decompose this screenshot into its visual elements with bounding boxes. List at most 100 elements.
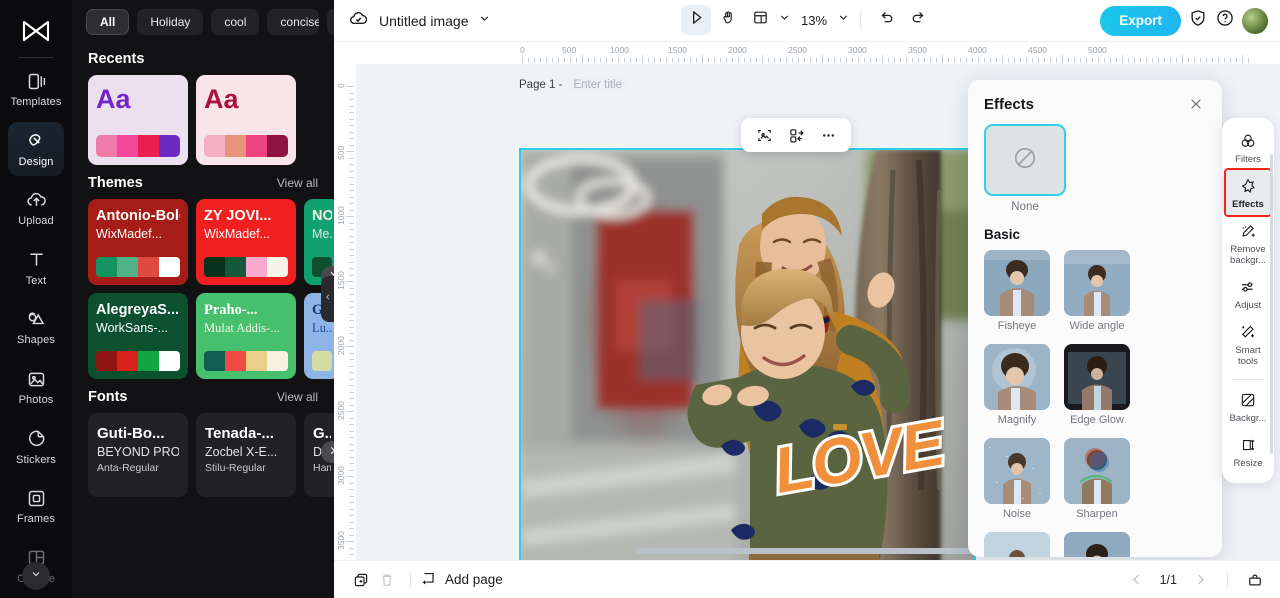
tool-background[interactable]: Backgr... <box>1222 384 1274 429</box>
zoom-dropdown-caret[interactable] <box>837 11 850 29</box>
app-root: Templates Design Upload Text Shapes Phot… <box>0 0 1280 598</box>
chips-expand-button[interactable] <box>327 9 334 35</box>
ruler-tick-label: 1500 <box>668 45 687 55</box>
sidebar-item-shapes[interactable]: Shapes <box>8 300 64 355</box>
chip-all[interactable]: All <box>86 9 130 35</box>
swatch-strip <box>96 135 180 157</box>
help-circle-icon[interactable] <box>1215 8 1235 33</box>
effect-item[interactable]: Sharpen <box>1064 438 1130 520</box>
sidebar-label: Stickers <box>16 453 56 466</box>
sidebar-item-frames[interactable]: Frames <box>8 479 64 534</box>
theme-card[interactable]: AlegreyaS... WorkSans-... <box>88 293 188 379</box>
sidebar-item-stickers[interactable]: Stickers <box>8 419 64 474</box>
effect-label: Magnify <box>997 414 1037 426</box>
themes-view-all-link[interactable]: View all <box>277 176 318 190</box>
tool-remove-background[interactable]: Remove backgr... <box>1222 215 1274 271</box>
recent-card[interactable]: Aa <box>88 75 188 165</box>
capcut-logo[interactable] <box>16 12 56 51</box>
panel-collapse-handle[interactable] <box>321 276 334 322</box>
undo-button[interactable] <box>871 5 901 35</box>
page-navigation: 1/1 <box>1124 567 1268 593</box>
effect-label: Fisheye <box>997 320 1037 332</box>
duplicate-page-icon[interactable] <box>348 567 374 593</box>
font-name-primary: Guti-Bo... <box>97 425 165 442</box>
theme-card[interactable]: Antonio-Bold WixMadef... <box>88 199 188 285</box>
hand-tool-button[interactable] <box>713 5 743 35</box>
editor: Untitled image 13% Export 0 500 1000 150… <box>334 0 1280 598</box>
sidebar-item-photos[interactable]: Photos <box>8 360 64 415</box>
crop-image-icon[interactable] <box>751 122 777 148</box>
avatar[interactable] <box>1242 7 1268 34</box>
font-name-tertiary: Ham... <box>313 462 331 474</box>
sidebar-item-templates[interactable]: Templates <box>8 62 64 117</box>
theme-font-secondary: WorkSans-... <box>96 321 169 335</box>
chip-concise[interactable]: concise <box>267 9 320 35</box>
select-tool-button[interactable] <box>680 5 711 35</box>
effect-item[interactable]: Wide angle <box>1064 250 1130 332</box>
tool-filters[interactable]: Filters <box>1222 125 1274 170</box>
sidebar-item-design[interactable]: Design <box>8 121 64 177</box>
add-page-button[interactable]: Add page <box>421 570 503 590</box>
tool-rail-scrollbar[interactable] <box>1270 154 1273 454</box>
effect-none-tile[interactable] <box>984 124 1066 196</box>
tool-smart-tools[interactable]: Smart tools <box>1222 316 1274 372</box>
sidebar-expand-button[interactable] <box>22 562 50 590</box>
chip-holiday[interactable]: Holiday <box>137 9 204 35</box>
redo-button[interactable] <box>903 5 933 35</box>
themes-grid: Antonio-Bold WixMadef... ZY JOVI... WixM… <box>72 199 334 379</box>
font-card[interactable]: Tenada-... Zocbel X-E... Stilu-Regular <box>196 413 296 497</box>
effect-item[interactable]: Edge Glow <box>1064 344 1130 426</box>
effect-item[interactable]: Magnify <box>984 344 1050 426</box>
theme-font-secondary: Mulat Addis-... <box>204 321 280 335</box>
tool-label: Remove backgr... <box>1230 244 1266 266</box>
design-icon <box>25 130 47 152</box>
ruler-tick-label: 3500 <box>908 45 927 55</box>
shield-check-icon[interactable] <box>1188 8 1208 33</box>
page-title-input[interactable]: Enter title <box>567 78 629 92</box>
themes-header: Themes View all <box>72 165 334 199</box>
tool-adjust[interactable]: Adjust <box>1222 271 1274 316</box>
effect-item[interactable]: Noise <box>984 438 1050 520</box>
ruler-corner <box>334 42 356 64</box>
effect-item[interactable]: Tender <box>984 532 1050 557</box>
add-page-label: Add page <box>445 572 503 587</box>
page-canvas[interactable]: LOVE <box>519 148 976 560</box>
sidebar-item-text[interactable]: Text <box>8 241 64 296</box>
fonts-view-all-link[interactable]: View all <box>277 390 318 404</box>
page-grid-icon[interactable] <box>1242 567 1268 593</box>
canvas-photo[interactable]: LOVE <box>521 150 974 560</box>
horizontal-ruler[interactable]: 0 500 1000 1500 2000 2500 3000 3500 4000… <box>334 42 1280 64</box>
theme-font-secondary: Lu... <box>312 321 332 335</box>
shapes-icon <box>25 308 47 330</box>
theme-card[interactable]: Praho-... Mulat Addis-... <box>196 293 296 379</box>
close-icon[interactable] <box>1186 94 1206 114</box>
effect-thumbnail <box>1064 250 1130 316</box>
tool-resize[interactable]: Resize <box>1222 429 1274 474</box>
layout-dropdown-caret[interactable] <box>778 11 791 29</box>
theme-card[interactable]: ZY JOVI... WixMadef... <box>196 199 296 285</box>
cloud-check-icon[interactable] <box>348 8 369 34</box>
next-page-button[interactable] <box>1187 567 1213 593</box>
ruler-tick-label: 500 <box>336 145 346 160</box>
tool-effects[interactable]: Effects <box>1222 168 1274 217</box>
export-button[interactable]: Export <box>1100 5 1181 36</box>
document-title[interactable]: Untitled image <box>379 13 469 29</box>
theme-font-secondary: WixMadef... <box>204 227 270 241</box>
prev-page-button[interactable] <box>1124 567 1150 593</box>
effect-thumbnail <box>984 344 1050 410</box>
vertical-ruler[interactable]: 0 500 1000 1500 2000 2500 3000 3500 <box>334 42 356 560</box>
layout-tool-button[interactable] <box>745 5 775 35</box>
chip-cool[interactable]: cool <box>211 9 260 35</box>
section-title: Themes <box>88 175 143 191</box>
delete-page-icon[interactable] <box>374 567 400 593</box>
effect-item[interactable]: Sharpen <box>1064 532 1130 557</box>
title-dropdown-caret[interactable] <box>478 12 491 30</box>
font-card[interactable]: Guti-Bo... BEYOND PRO... Anta-Regular <box>88 413 188 497</box>
sidebar-label: Shapes <box>17 334 55 347</box>
sidebar-item-upload[interactable]: Upload <box>8 181 64 236</box>
effect-item[interactable]: Fisheye <box>984 250 1050 332</box>
recent-card[interactable]: Aa <box>196 75 296 165</box>
text-icon <box>25 249 47 271</box>
replace-image-icon[interactable] <box>783 122 809 148</box>
more-options-icon[interactable] <box>815 122 841 148</box>
